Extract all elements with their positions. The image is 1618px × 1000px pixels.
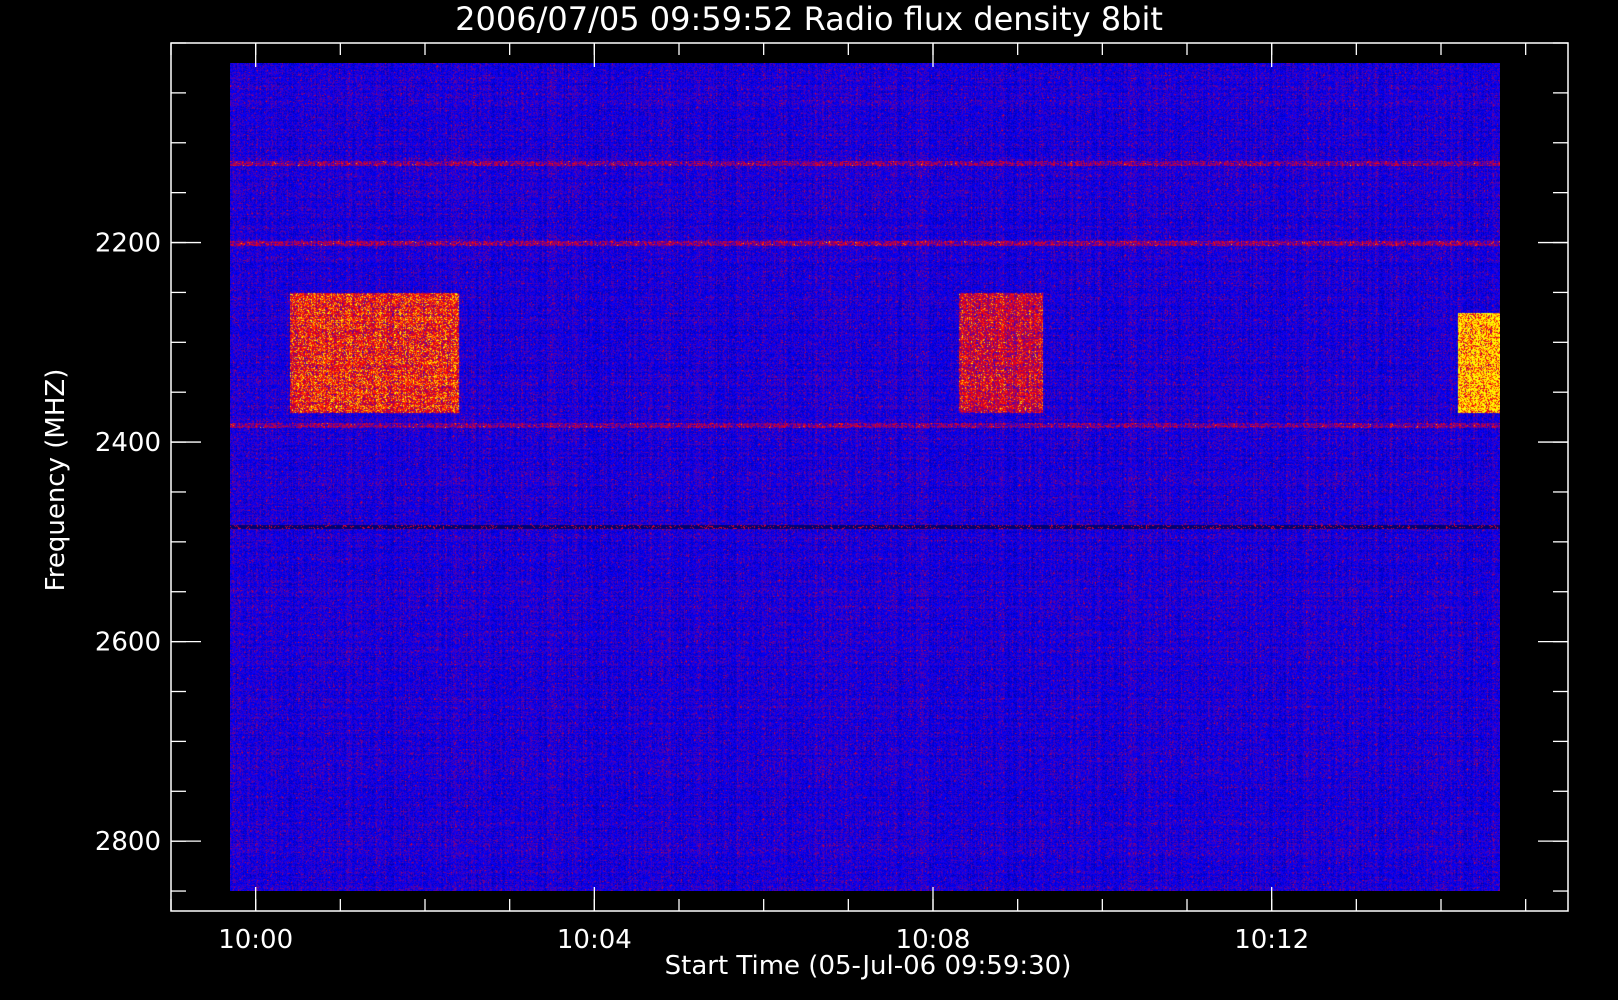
y-tick-label: 2200 [95, 229, 161, 259]
chart-title: 2006/07/05 09:59:52 Radio flux density 8… [455, 0, 1163, 38]
x-tick-label: 10:12 [1234, 925, 1309, 955]
spectrogram-image [230, 63, 1500, 891]
y-tick-label: 2600 [95, 628, 161, 658]
heatmap-area [230, 63, 1500, 891]
x-axis-label: Start Time (05-Jul-06 09:59:30) [665, 951, 1072, 981]
spectrogram-chart: 2006/07/05 09:59:52 Radio flux density 8… [0, 0, 1618, 1000]
y-axis-label: Frequency (MHZ) [41, 369, 71, 592]
x-tick-label: 10:00 [218, 925, 293, 955]
y-tick-label: 2400 [95, 428, 161, 458]
x-tick-label: 10:04 [557, 925, 632, 955]
y-tick-label: 2800 [95, 827, 161, 857]
